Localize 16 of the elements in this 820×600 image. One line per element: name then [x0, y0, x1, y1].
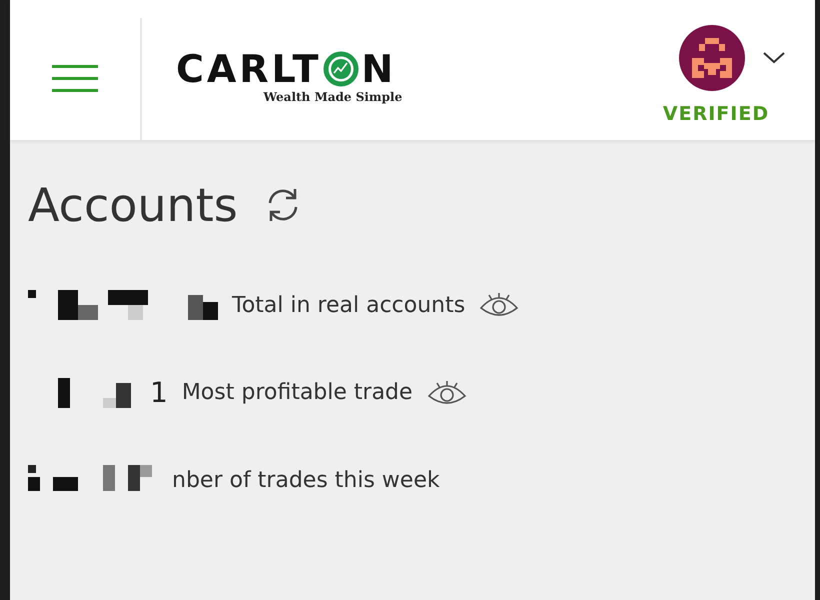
logo-text: CARLT [176, 50, 322, 88]
logo-tagline: Wealth Made Simple [264, 90, 402, 104]
chevron-down-icon[interactable] [763, 52, 785, 64]
stat-label: Most profitable trade [182, 380, 413, 405]
eye-icon[interactable] [426, 378, 467, 406]
menu-button[interactable] [52, 65, 98, 93]
stat-label: Total in real accounts [232, 292, 466, 318]
menu-icon [52, 65, 98, 92]
avatar-icon[interactable] [679, 25, 745, 91]
stat-value: 1 [150, 376, 168, 409]
chart-circle-icon [323, 51, 360, 87]
logo-text: N [361, 50, 396, 88]
stat-label: nber of trades this week [172, 468, 440, 492]
verified-status: VERIFIED [662, 103, 770, 125]
eye-icon[interactable] [479, 291, 520, 319]
page-title: Accounts [28, 178, 238, 232]
